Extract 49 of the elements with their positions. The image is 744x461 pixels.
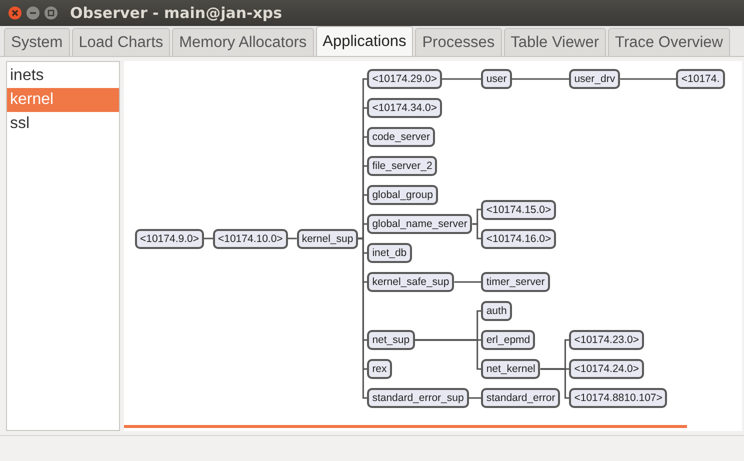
tab[interactable]: Load Charts	[72, 28, 170, 56]
process-node[interactable]: <10174.24.0>	[569, 359, 644, 379]
tab[interactable]: Trace Overview	[608, 28, 730, 56]
process-node[interactable]: <10174.34.0>	[367, 98, 442, 118]
tab[interactable]: Table Viewer	[504, 28, 606, 56]
connector-line	[512, 78, 570, 80]
process-node[interactable]: net_sup	[367, 330, 415, 350]
window-title: Observer - main@jan-xps	[70, 4, 282, 22]
process-node[interactable]: <10174.15.0>	[481, 200, 556, 220]
process-node[interactable]: code_server	[367, 127, 435, 147]
application-item[interactable]: inets	[7, 64, 119, 88]
process-node[interactable]: standard_error	[481, 388, 560, 408]
process-node[interactable]: erl_epmd	[481, 330, 536, 350]
process-node[interactable]: auth	[481, 301, 512, 321]
connector-line	[472, 223, 482, 240]
process-node[interactable]: <10174.23.0>	[569, 330, 644, 350]
connector-line	[288, 238, 297, 240]
process-node[interactable]: global_name_server	[367, 214, 472, 234]
process-node[interactable]: user_drv	[569, 69, 620, 89]
process-node[interactable]: standard_error_sup	[367, 388, 469, 408]
process-node[interactable]: user	[481, 69, 512, 89]
process-node[interactable]: net_kernel	[481, 359, 540, 379]
scrollbar[interactable]	[124, 425, 687, 428]
connector-line	[204, 238, 213, 240]
process-node[interactable]: rex	[367, 359, 392, 379]
process-node[interactable]: kernel_safe_sup	[367, 272, 454, 292]
process-node[interactable]: <10174.16.0>	[481, 228, 556, 248]
process-node[interactable]: <10174.8810.107>	[569, 388, 668, 408]
tab[interactable]: Applications	[316, 26, 414, 56]
connector-line	[468, 397, 482, 399]
application-item[interactable]: ssl	[7, 112, 119, 136]
process-node[interactable]: kernel_sup	[296, 228, 358, 248]
process-node[interactable]: <10174.10.0>	[212, 228, 288, 248]
process-node[interactable]: global_group	[367, 185, 438, 205]
close-icon[interactable]	[8, 6, 22, 20]
connector-line	[454, 281, 482, 283]
process-node[interactable]: timer_server	[481, 272, 550, 292]
connector-line	[620, 78, 676, 80]
process-node[interactable]: <10174.29.0>	[367, 69, 442, 89]
connector-line	[442, 78, 482, 80]
tab[interactable]: System	[4, 28, 70, 56]
minimize-icon[interactable]	[26, 6, 40, 20]
process-node[interactable]: <10174.9.0>	[135, 228, 204, 248]
process-node[interactable]: file_server_2	[367, 156, 438, 176]
tab[interactable]: Memory Allocators	[172, 28, 314, 56]
tab[interactable]: Processes	[415, 28, 502, 56]
process-node[interactable]: <10174.	[676, 69, 725, 89]
maximize-icon[interactable]	[44, 6, 58, 20]
process-node[interactable]: inet_db	[367, 243, 412, 263]
